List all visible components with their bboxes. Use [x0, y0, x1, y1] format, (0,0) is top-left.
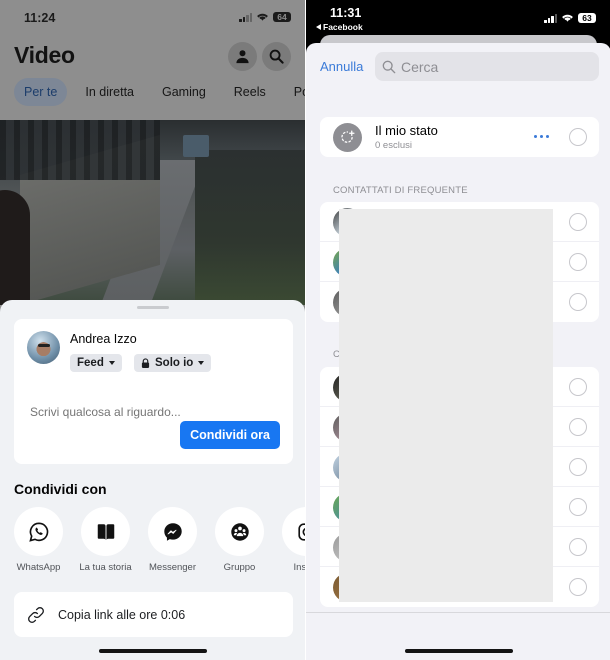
share-now-button[interactable]: Condividi ora: [180, 421, 280, 449]
contact-radio[interactable]: [569, 378, 587, 396]
contact-radio[interactable]: [569, 213, 587, 231]
group-icon: [230, 522, 249, 541]
share-app-group[interactable]: Gruppo: [206, 507, 273, 573]
home-indicator[interactable]: [99, 649, 207, 653]
contact-radio[interactable]: [569, 578, 587, 596]
story-book-icon: [97, 523, 114, 540]
video-frame-person: [0, 190, 30, 305]
recipient-picker-sheet: Annulla Il mio stato 0 esclusi CONTATTAT…: [306, 43, 610, 660]
my-status-radio[interactable]: [569, 128, 587, 146]
share-app-instagram[interactable]: Instag: [273, 507, 305, 573]
privacy-label: Solo io: [155, 357, 194, 369]
privacy-dropdown[interactable]: Solo io: [134, 354, 212, 372]
destination-dropdown[interactable]: Feed: [70, 354, 122, 372]
avatar: [27, 331, 60, 364]
caret-down-icon: [198, 361, 205, 365]
app-label: Gruppo: [223, 562, 256, 573]
app-label: La tua storia: [79, 562, 132, 573]
sheet-grabber[interactable]: [137, 306, 169, 309]
search-icon: [382, 60, 396, 73]
search-button[interactable]: [262, 42, 291, 71]
wifi-icon: [562, 14, 573, 22]
contact-radio[interactable]: [569, 253, 587, 271]
share-sheet: Andrea Izzo Feed Solo io Condividi ora C…: [0, 300, 305, 660]
tab-in-diretta[interactable]: In diretta: [75, 78, 144, 106]
share-with-heading: Condividi con: [14, 481, 107, 497]
search-icon: [269, 49, 284, 64]
my-status-subtitle: 0 esclusi: [375, 140, 412, 151]
copy-link-button[interactable]: Copia link alle ore 0:06: [14, 592, 293, 637]
back-to-app-link[interactable]: Facebook: [316, 22, 363, 32]
contact-radio[interactable]: [569, 293, 587, 311]
user-name: Andrea Izzo: [70, 332, 137, 346]
search-field[interactable]: [375, 52, 599, 81]
app-icon-circle: [81, 507, 130, 556]
app-label: WhatsApp: [16, 562, 61, 573]
share-app-whatsapp[interactable]: WhatsApp: [5, 507, 72, 573]
share-app-story[interactable]: La tua storia: [72, 507, 139, 573]
facebook-video-screen: 11:24 64 Video Per te In diretta Gaming …: [0, 0, 305, 660]
status-time: 11:24: [24, 11, 56, 25]
app-icon-circle: [215, 507, 264, 556]
tab-reels[interactable]: Reels: [224, 78, 276, 106]
lock-icon: [141, 358, 150, 368]
destination-label: Feed: [77, 357, 104, 369]
my-status-title: Il mio stato: [375, 123, 438, 138]
back-app-label: Facebook: [323, 22, 363, 32]
tab-popolari[interactable]: Pop: [284, 78, 305, 106]
share-text-input[interactable]: [30, 405, 280, 419]
video-frame-fence: [0, 120, 160, 180]
video-frame-vegetation: [195, 150, 305, 305]
status-bar: 11:24 64: [0, 0, 305, 36]
contact-radio[interactable]: [569, 498, 587, 516]
home-indicator[interactable]: [405, 649, 513, 653]
video-frame-vehicle: [183, 135, 209, 157]
battery-indicator: 63: [578, 13, 599, 23]
app-label: Messenger: [149, 562, 196, 573]
redaction-overlay: [339, 209, 553, 602]
status-icons: 63: [544, 13, 599, 23]
whatsapp-status-share-screen: 11:31 Facebook 63 Annulla Il mio stato 0…: [305, 0, 610, 660]
app-label: Instag: [293, 562, 305, 573]
app-icon-circle: [14, 507, 63, 556]
contact-radio[interactable]: [569, 538, 587, 556]
add-status-icon: [341, 130, 355, 143]
tab-per-te[interactable]: Per te: [14, 78, 68, 106]
messenger-icon: [163, 522, 182, 541]
my-status-row[interactable]: Il mio stato 0 esclusi: [320, 117, 599, 157]
bottom-bar: [306, 612, 610, 660]
whatsapp-icon: [28, 521, 48, 542]
share-app-messenger[interactable]: Messenger: [139, 507, 206, 573]
app-icon-circle: [148, 507, 197, 556]
contact-radio[interactable]: [569, 458, 587, 476]
cancel-button[interactable]: Annulla: [320, 59, 363, 74]
profile-button[interactable]: [228, 42, 257, 71]
signal-icon: [239, 12, 252, 22]
more-options-icon[interactable]: [534, 135, 549, 138]
signal-icon: [544, 13, 557, 23]
copy-link-label: Copia link alle ore 0:06: [58, 607, 186, 622]
back-arrow-icon: [316, 24, 321, 30]
video-tabs: Per te In diretta Gaming Reels Pop: [14, 78, 305, 106]
contact-radio[interactable]: [569, 418, 587, 436]
tab-gaming[interactable]: Gaming: [152, 78, 216, 106]
share-composer: Andrea Izzo Feed Solo io Condividi ora: [14, 319, 293, 464]
link-icon: [28, 606, 44, 623]
instagram-icon: [297, 522, 305, 541]
wifi-icon: [257, 13, 268, 21]
page-title: Video: [14, 42, 75, 68]
share-apps-row: WhatsApp La tua storia Messenger Gruppo: [13, 507, 305, 573]
status-icons: 64: [239, 12, 294, 22]
battery-indicator: 64: [273, 12, 294, 22]
app-icon-circle: [282, 507, 305, 556]
search-input[interactable]: [401, 58, 581, 75]
caret-down-icon: [108, 361, 115, 365]
person-icon: [236, 50, 249, 64]
status-time: 11:31: [330, 6, 362, 20]
frequent-contacts-heading: CONTATTATI DI FREQUENTE: [333, 185, 468, 196]
video-player[interactable]: [0, 120, 305, 305]
status-avatar: [333, 123, 362, 152]
